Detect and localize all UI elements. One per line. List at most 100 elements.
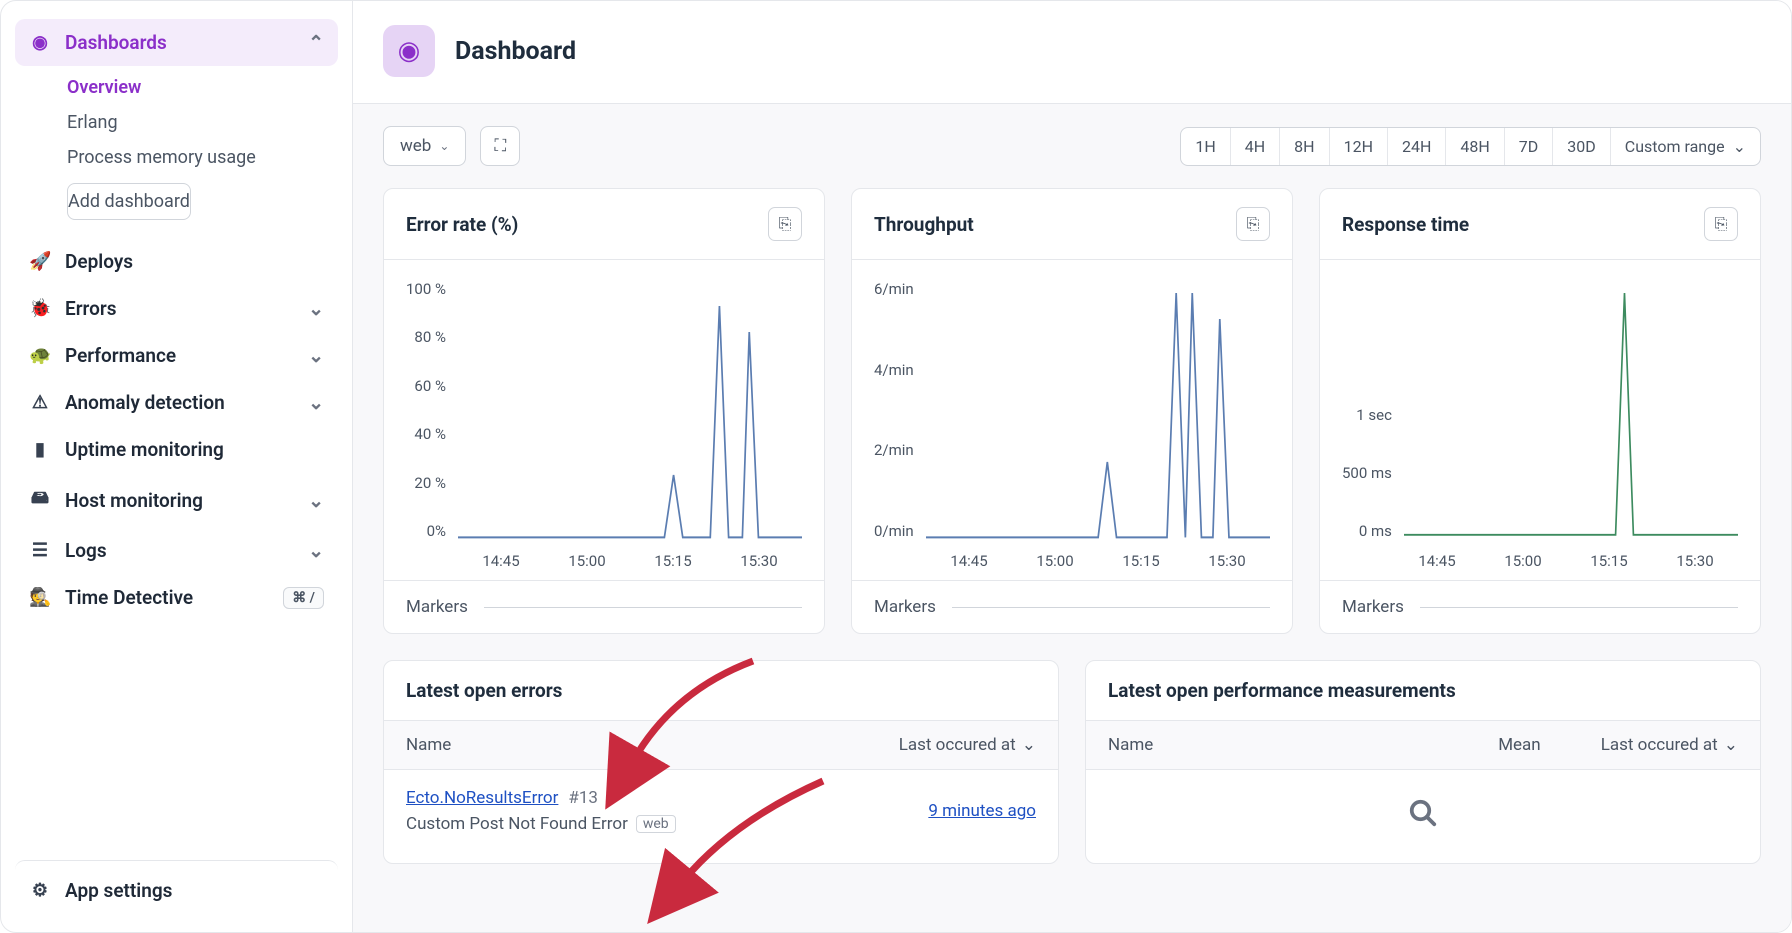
range-1h[interactable]: 1H (1181, 128, 1230, 165)
add-dashboard-button[interactable]: Add dashboard (67, 183, 191, 220)
error-link[interactable]: Ecto.NoResultsError (406, 788, 558, 808)
latest-errors-panel: Latest open errors Name Last occured at … (383, 660, 1059, 864)
range-24h[interactable]: 24H (1388, 128, 1446, 165)
sidebar-item-uptime[interactable]: ▮ Uptime monitoring (15, 426, 338, 473)
range-48h[interactable]: 48H (1446, 128, 1504, 165)
chevron-down-icon: ⌄ (308, 391, 324, 414)
sidebar-label: App settings (65, 879, 172, 902)
sidebar-item-performance[interactable]: 🐢 Performance ⌄ (15, 332, 338, 379)
toolbar: web ⌄ ⛶ 1H 4H 8H 12H 24H 48H 7D 30D (383, 126, 1761, 166)
dashboard-icon: ◉ (29, 32, 51, 53)
subnav-process-memory[interactable]: Process memory usage (67, 140, 338, 175)
chevron-down-icon: ⌄ (308, 539, 324, 562)
sidebar-item-deploys[interactable]: 🚀 Deploys (15, 238, 338, 285)
col-name: Name (1108, 735, 1498, 755)
subnav-overview[interactable]: Overview (67, 70, 338, 105)
performance-icon: 🐢 (29, 345, 51, 366)
uptime-icon: ▮ (29, 439, 51, 460)
detective-icon: 🕵 (29, 587, 51, 608)
range-7d[interactable]: 7D (1505, 128, 1554, 165)
chevron-down-icon: ⌄ (1022, 735, 1036, 755)
markers-row[interactable]: Markers (1320, 580, 1760, 633)
sidebar-label: Dashboards (65, 31, 167, 54)
sidebar-label: Logs (65, 539, 107, 562)
chart-card-response-time: Response time ⎘ 1 sec500 ms0 ms (1319, 188, 1761, 634)
chevron-up-icon: ⌃ (308, 31, 324, 54)
chevron-down-icon: ⌄ (1733, 137, 1746, 156)
range-30d[interactable]: 30D (1553, 128, 1610, 165)
export-button[interactable]: ⎘ (768, 207, 802, 241)
sidebar-label: Errors (65, 297, 117, 320)
col-mean: Mean (1498, 735, 1541, 755)
markers-row[interactable]: Markers (852, 580, 1292, 633)
chart-plot[interactable] (1404, 280, 1738, 540)
col-last-occured[interactable]: Last occured at ⌄ (899, 735, 1036, 755)
chevron-down-icon: ⌄ (439, 139, 449, 153)
range-custom[interactable]: Custom range ⌄ (1611, 128, 1760, 165)
chart-title: Response time (1342, 213, 1469, 236)
rocket-icon: 🚀 (29, 251, 51, 272)
filter-dropdown[interactable]: web ⌄ (383, 126, 466, 166)
chart-card-throughput: Throughput ⎘ 6/min4/min2/min0/min (851, 188, 1293, 634)
sidebar: ◉ Dashboards ⌃ Overview Erlang Process m… (1, 1, 353, 932)
sidebar-label: Deploys (65, 250, 133, 273)
sidebar-label: Host monitoring (65, 489, 203, 512)
page-header: ◉ Dashboard (353, 1, 1791, 104)
error-tag: web (636, 815, 676, 833)
panel-columns: Name Last occured at ⌄ (384, 721, 1058, 770)
filter-label: web (400, 136, 431, 156)
gear-icon: ⚙ (29, 880, 51, 901)
keyboard-shortcut: ⌘ / (283, 587, 324, 609)
export-icon: ⎘ (779, 214, 792, 234)
col-name: Name (406, 735, 899, 755)
chevron-down-icon: ⌄ (308, 344, 324, 367)
error-row[interactable]: Ecto.NoResultsError #13 Custom Post Not … (384, 770, 1058, 852)
sidebar-label: Anomaly detection (65, 391, 225, 414)
main-content: ◉ Dashboard web ⌄ ⛶ 1H 4H 8H (353, 1, 1791, 932)
error-description: Custom Post Not Found Error (406, 814, 628, 834)
sidebar-item-host[interactable]: 🖴 Host monitoring ⌄ (15, 473, 338, 527)
search-icon (1086, 770, 1760, 863)
sidebar-item-logs[interactable]: ☰ Logs ⌄ (15, 527, 338, 574)
dashboard-header-icon: ◉ (383, 25, 435, 77)
sidebar-item-time-detective[interactable]: 🕵 Time Detective ⌘ / (15, 574, 338, 621)
sidebar-label: Performance (65, 344, 176, 367)
chart-plot[interactable] (926, 280, 1270, 540)
chart-title: Error rate (%) (406, 213, 518, 236)
time-range-group: 1H 4H 8H 12H 24H 48H 7D 30D Custom range… (1180, 127, 1761, 166)
chevron-down-icon: ⌄ (1724, 735, 1738, 755)
y-axis: 6/min4/min2/min0/min (874, 280, 926, 540)
chevron-down-icon: ⌄ (308, 297, 324, 320)
sidebar-label: Uptime monitoring (65, 438, 224, 461)
panel-title: Latest open errors (384, 661, 1058, 721)
sidebar-label: Time Detective (65, 586, 193, 609)
sidebar-item-errors[interactable]: 🐞 Errors ⌄ (15, 285, 338, 332)
export-button[interactable]: ⎘ (1236, 207, 1270, 241)
page-title: Dashboard (455, 37, 576, 66)
panel-title: Latest open performance measurements (1086, 661, 1760, 721)
export-button[interactable]: ⎘ (1704, 207, 1738, 241)
error-timestamp-link[interactable]: 9 minutes ago (928, 801, 1036, 821)
y-axis: 1 sec500 ms0 ms (1342, 280, 1404, 540)
markers-row[interactable]: Markers (384, 580, 824, 633)
fullscreen-button[interactable]: ⛶ (480, 126, 520, 166)
x-axis: 14:4515:0015:1515:30 (874, 540, 1270, 570)
bug-icon: 🐞 (29, 298, 51, 319)
dashboards-subnav: Overview Erlang Process memory usage Add… (15, 70, 338, 220)
range-8h[interactable]: 8H (1280, 128, 1329, 165)
sidebar-item-app-settings[interactable]: ⚙ App settings (15, 860, 338, 914)
range-4h[interactable]: 4H (1231, 128, 1280, 165)
chart-plot[interactable] (458, 280, 802, 540)
export-icon: ⎘ (1715, 214, 1728, 234)
x-axis: 14:4515:0015:1515:30 (1342, 540, 1738, 570)
fullscreen-icon: ⛶ (494, 136, 506, 156)
anomaly-icon: ⚠ (29, 392, 51, 413)
sidebar-item-anomaly[interactable]: ⚠ Anomaly detection ⌄ (15, 379, 338, 426)
sidebar-item-dashboards[interactable]: ◉ Dashboards ⌃ (15, 19, 338, 66)
chart-title: Throughput (874, 213, 974, 236)
server-icon: 🖴 (29, 485, 51, 515)
subnav-erlang[interactable]: Erlang (67, 105, 338, 140)
chevron-down-icon: ⌄ (308, 489, 324, 512)
col-last-occured[interactable]: Last occured at ⌄ (1601, 735, 1738, 755)
range-12h[interactable]: 12H (1330, 128, 1388, 165)
